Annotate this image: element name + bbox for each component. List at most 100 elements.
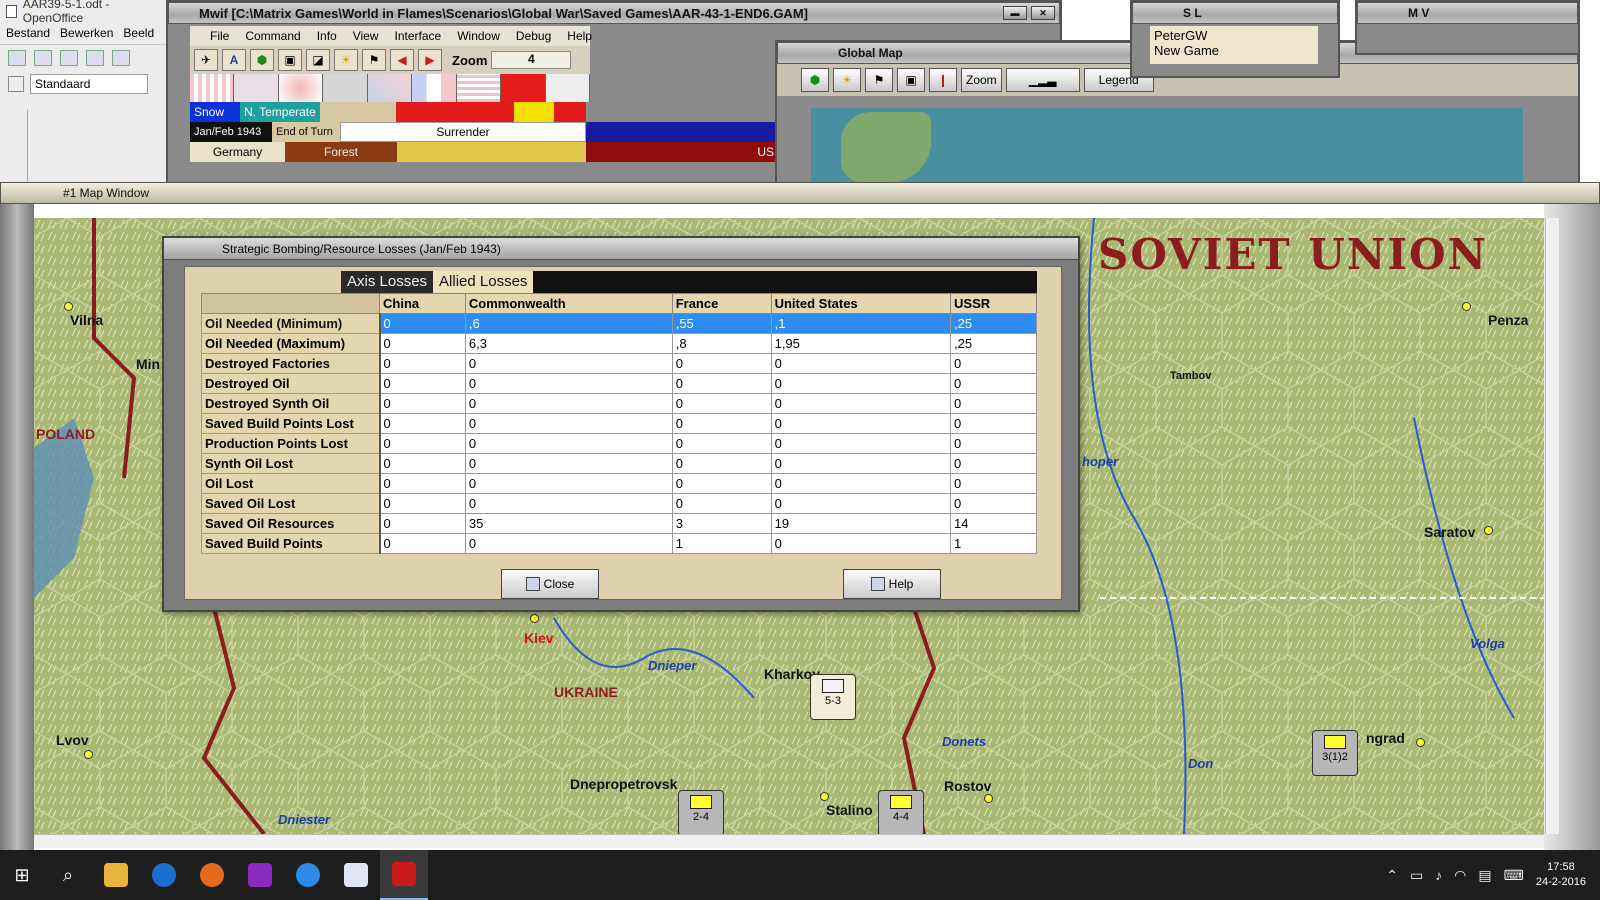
minimize-button[interactable]: ▬ [1003,6,1027,20]
city-stalino-icon[interactable] [820,792,829,801]
table-cell[interactable]: 0 [379,313,466,334]
airplane-icon[interactable]: ✈ [194,49,218,71]
table-cell[interactable]: 0 [379,473,466,494]
hex-icon[interactable]: ⬢ [250,49,274,71]
column-header[interactable]: Commonwealth [464,293,673,314]
frame-icon[interactable]: ▣ [278,49,302,71]
table-cell[interactable]: 0 [950,433,1037,454]
menu-debug[interactable]: Debug [516,29,551,43]
france-flag-icon[interactable] [412,74,457,102]
table-cell[interactable]: 0 [770,373,952,394]
table-cell[interactable]: 1,95 [770,333,952,354]
open-folder-icon[interactable] [34,49,52,66]
ussr-flag-icon[interactable] [501,74,546,102]
table-cell[interactable]: ,55 [671,313,772,334]
frame-small-icon[interactable]: ▣ [897,68,925,92]
table-cell[interactable]: 6,3 [464,333,673,354]
close-dialog-button[interactable]: Close [501,569,599,599]
city-vilna-icon[interactable] [64,302,73,311]
map-vertical-scrollbar[interactable] [1545,218,1559,834]
table-row[interactable]: Destroyed Synth Oil 0 0 0 0 0 [201,393,1037,414]
paragraph-style-select[interactable]: Standaard [30,74,148,94]
tab-allied-losses[interactable]: Allied Losses [433,271,534,293]
menu-interface[interactable]: Interface [395,29,442,43]
table-row[interactable]: Oil Lost 0 0 0 0 0 [201,473,1037,494]
surrender-button[interactable]: Surrender [340,122,586,142]
email-icon[interactable] [86,49,104,66]
menu-info[interactable]: Info [317,29,337,43]
table-cell[interactable]: 0 [379,413,466,434]
table-cell[interactable]: 0 [379,433,466,454]
table-cell[interactable]: 0 [770,353,952,374]
tab-axis-losses[interactable]: Axis Losses [341,271,434,293]
styles-icon[interactable] [8,76,24,92]
menu-file[interactable]: File [210,29,229,43]
note-icon[interactable]: ◪ [306,49,330,71]
windows-start-icon[interactable]: ⊞ [0,850,44,900]
table-cell[interactable]: 0 [671,393,772,414]
unit-counter-dnepropetrovsk[interactable]: 2-4 [678,790,724,834]
table-cell[interactable]: 0 [379,393,466,414]
table-cell[interactable]: 0 [950,493,1037,514]
column-header[interactable]: France [671,293,772,314]
table-cell[interactable]: 3 [671,513,772,534]
city-ngrad-icon[interactable] [1416,738,1425,747]
column-header[interactable]: China [379,293,466,314]
table-row[interactable]: Saved Build Points Lost 0 0 0 0 0 [201,413,1037,434]
table-row[interactable]: Oil Needed (Maximum) 0 6,3,8 1,95,25 [201,333,1037,354]
table-cell[interactable]: 0 [671,353,772,374]
city-penza-icon[interactable] [1462,302,1471,311]
table-cell[interactable]: 0 [464,393,673,414]
table-row[interactable]: Saved Oil Resources 0 35 3 19 14 [201,513,1037,534]
table-cell[interactable]: 0 [464,433,673,454]
table-row[interactable]: Synth Oil Lost 0 0 0 0 0 [201,453,1037,474]
menu-help[interactable]: Help [567,29,592,43]
search-icon[interactable]: ⌕ [44,850,92,900]
table-row[interactable]: Oil Needed (Minimum) 0,6,55,1,25 [201,313,1037,334]
zoom-slider[interactable]: 4 [491,51,572,69]
browser-icon[interactable] [140,850,188,900]
table-cell[interactable]: ,8 [671,333,772,354]
writer-icon[interactable] [332,850,380,900]
hex-green-icon[interactable]: ⬢ [801,68,829,92]
table-cell[interactable]: 1 [671,533,772,554]
table-cell[interactable]: 19 [770,513,952,534]
game-launcher-icon[interactable] [236,850,284,900]
table-cell[interactable]: 0 [950,413,1037,434]
city-lvov-icon[interactable] [84,750,93,759]
table-cell[interactable]: 0 [379,513,466,534]
thermometer-icon[interactable]: ❙ [929,68,957,92]
table-cell[interactable]: 0 [770,413,952,434]
arrow-left-icon[interactable]: ◀ [390,49,414,71]
global-zoom-button[interactable]: Zoom [961,68,1002,92]
table-cell[interactable]: 0 [464,473,673,494]
flag-3-icon[interactable] [278,74,324,102]
table-row[interactable]: Saved Build Points 0 0 1 0 1 [201,533,1037,554]
table-cell[interactable]: 0 [464,413,673,434]
table-cell[interactable]: 0 [379,373,466,394]
map-horizontal-scrollbar[interactable] [34,834,1544,848]
table-cell[interactable]: 0 [464,373,673,394]
flag-2-icon[interactable] [234,74,279,102]
menu-view[interactable]: View [353,29,379,43]
office-menu-beeld[interactable]: Beeld [123,26,154,40]
usa-flag-icon[interactable] [456,74,502,102]
table-cell[interactable]: 0 [671,453,772,474]
table-cell[interactable]: 0 [770,453,952,474]
table-cell[interactable]: ,25 [950,333,1037,354]
chevron-up-icon[interactable]: ⌃ [1386,867,1398,884]
table-cell[interactable]: ,1 [770,313,952,334]
table-cell[interactable]: 0 [379,453,466,474]
wifi-icon[interactable]: ◠ [1454,867,1466,884]
table-cell[interactable]: 0 [770,533,952,554]
city-saratov-icon[interactable] [1484,526,1493,535]
new-document-icon[interactable] [8,49,26,66]
table-cell[interactable]: 0 [379,353,466,374]
unit-counter-stalino[interactable]: 4-4 [878,790,924,834]
table-cell[interactable]: ,25 [950,313,1037,334]
table-cell[interactable]: 0 [770,473,952,494]
font-a-icon[interactable]: A [222,49,246,71]
table-cell[interactable]: 0 [770,393,952,414]
table-cell[interactable]: 0 [464,353,673,374]
city-kiev-icon[interactable] [530,614,539,623]
